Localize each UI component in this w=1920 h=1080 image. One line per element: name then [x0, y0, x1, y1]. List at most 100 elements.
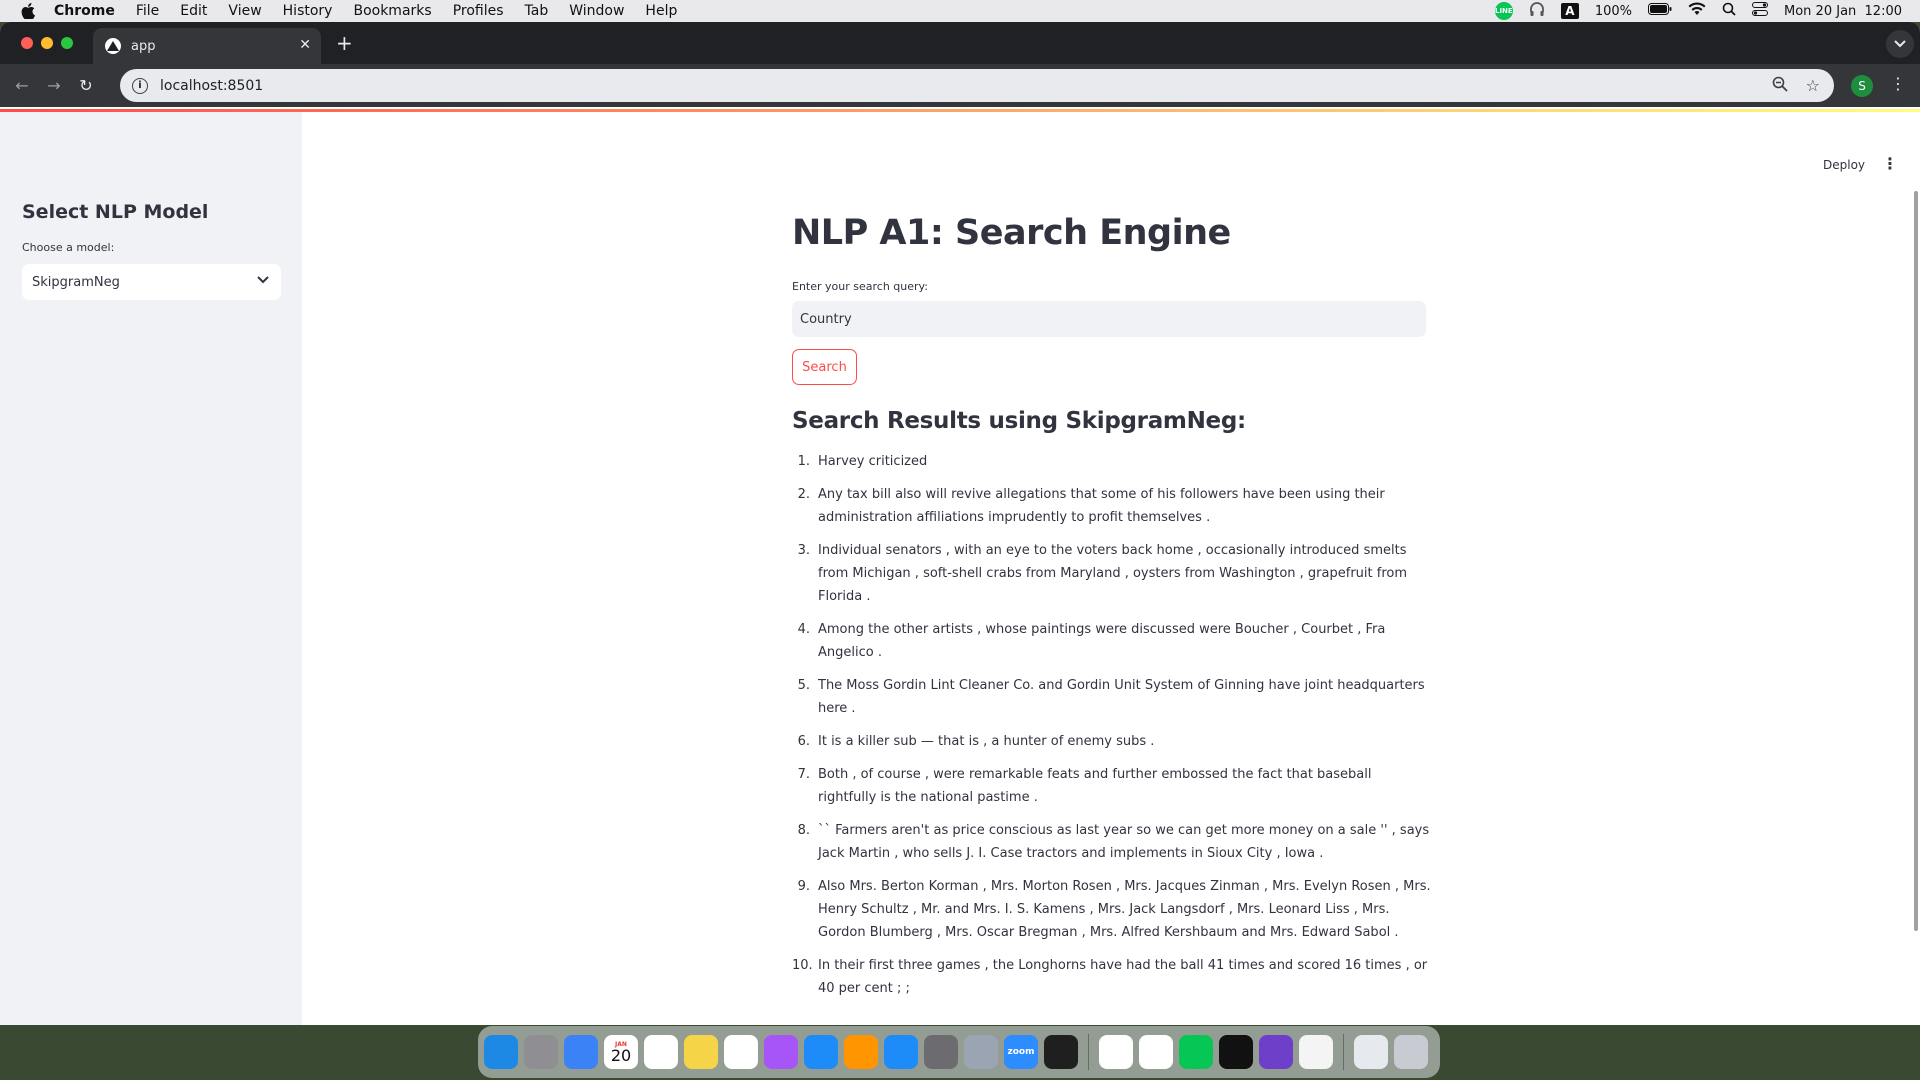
result-number: 3. [797, 543, 810, 558]
search-input[interactable]: Country [792, 301, 1426, 337]
sidebar: Select NLP Model Choose a model: Skipgra… [0, 112, 302, 1025]
terminal-icon[interactable] [1219, 1035, 1253, 1069]
result-number: 4. [797, 622, 810, 637]
result-item: 3. Individual senators , with an eye to t… [792, 539, 1432, 608]
menu-help[interactable]: Help [645, 3, 677, 19]
documents-folder-icon[interactable] [1354, 1035, 1388, 1069]
control-center-icon[interactable] [1752, 2, 1769, 20]
deploy-button[interactable]: Deploy [1823, 158, 1865, 172]
forward-arrow-icon[interactable]: → [38, 76, 70, 95]
menu-view[interactable]: View [228, 3, 261, 19]
page-scrollbar[interactable] [1914, 191, 1918, 931]
menubar-status-area: LINE A 100% Mon 20 Jan 12:00 [1494, 0, 1902, 22]
line-icon[interactable] [1179, 1035, 1213, 1069]
menu-bookmarks[interactable]: Bookmarks [353, 3, 431, 19]
result-text: `` Farmers aren't as price conscious as … [818, 823, 1430, 861]
dock-separator [1088, 1034, 1089, 1070]
url-text[interactable]: localhost:8501 [160, 78, 263, 94]
menu-file[interactable]: File [136, 3, 159, 19]
calendar-icon[interactable]: JAN 20 [604, 1035, 638, 1069]
menubar-clock[interactable]: Mon 20 Jan 12:00 [1784, 4, 1902, 19]
battery-icon[interactable] [1648, 3, 1672, 19]
search-query-label: Enter your search query: [792, 280, 928, 293]
input-source-icon[interactable]: A [1560, 3, 1579, 19]
launchpad-icon[interactable] [524, 1035, 558, 1069]
result-number: 10. [792, 958, 813, 973]
activity-monitor-icon[interactable] [1044, 1035, 1078, 1069]
textedit-icon[interactable] [1299, 1035, 1333, 1069]
close-window-button[interactable] [21, 37, 33, 49]
back-arrow-icon[interactable]: ← [6, 76, 38, 95]
result-item: 1. Harvey criticized [792, 450, 1432, 473]
search-input-value[interactable]: Country [800, 312, 852, 327]
minimize-window-button[interactable] [41, 37, 53, 49]
address-bar[interactable]: i localhost:8501 ☆ [120, 69, 1834, 102]
main-menu-icon[interactable]: ⋮ [1882, 154, 1898, 173]
browser-toolbar: ← → ↻ i localhost:8501 ☆ S ⋮ [0, 64, 1920, 107]
result-text: Any tax bill also will revive allegation… [818, 487, 1385, 525]
notes-icon[interactable] [684, 1035, 718, 1069]
result-text: Harvey criticized [818, 454, 928, 469]
result-item: 10. In their first three games , the Long… [792, 954, 1432, 1000]
close-tab-icon[interactable]: ✕ [299, 37, 311, 53]
reload-icon[interactable]: ↻ [70, 76, 102, 95]
profile-avatar[interactable]: S [1851, 75, 1873, 97]
menu-edit[interactable]: Edit [180, 3, 207, 19]
reminders-icon[interactable] [644, 1035, 678, 1069]
model-select[interactable]: SkipgramNeg [22, 264, 281, 300]
model-select-label: Choose a model: [22, 241, 115, 254]
result-item: 7. Both , of course , were remarkable fea… [792, 763, 1432, 809]
result-number: 7. [797, 767, 810, 782]
model-select-value[interactable]: SkipgramNeg [32, 275, 120, 290]
headphones-icon[interactable] [1529, 1, 1545, 21]
menu-history[interactable]: History [283, 3, 333, 19]
chrome-icon[interactable] [1099, 1035, 1133, 1069]
chevron-down-icon[interactable] [257, 273, 269, 288]
result-number: 1. [797, 454, 810, 469]
menu-app-name[interactable]: Chrome [54, 3, 115, 19]
freeform-icon[interactable] [724, 1035, 758, 1069]
page-title: NLP A1: Search Engine [792, 213, 1231, 253]
menu-profiles[interactable]: Profiles [453, 3, 504, 19]
battery-percent: 100% [1594, 3, 1633, 19]
result-number: 5. [797, 678, 810, 693]
line-status-icon[interactable]: LINE [1494, 2, 1513, 20]
messenger-icon[interactable] [764, 1035, 798, 1069]
mail-icon[interactable] [564, 1035, 598, 1069]
preview-icon[interactable] [964, 1035, 998, 1069]
system-settings-icon[interactable] [924, 1035, 958, 1069]
streamlit-favicon-icon [105, 38, 121, 54]
apple-icon[interactable] [20, 3, 36, 19]
bookmark-star-icon[interactable]: ☆ [1806, 76, 1820, 96]
site-info-icon[interactable]: i [132, 77, 148, 94]
new-tab-icon[interactable]: + [336, 31, 353, 55]
result-item: 8. `` Farmers aren't as price conscious a… [792, 819, 1432, 865]
tab-search-chevron-icon[interactable] [1886, 30, 1914, 58]
dock-separator [1343, 1034, 1344, 1070]
result-text: Both , of course , were remarkable feats… [818, 767, 1372, 805]
finder-icon[interactable] [484, 1035, 518, 1069]
menu-window[interactable]: Window [569, 3, 624, 19]
result-item: 4. Among the other artists , whose painti… [792, 618, 1432, 664]
spotlight-search-icon[interactable] [1722, 2, 1736, 20]
keynote-icon[interactable] [804, 1035, 838, 1069]
zoom-icon[interactable]: zoom [1004, 1035, 1038, 1069]
browser-window: app ✕ + ← → ↻ i localhost:8501 ☆ S ⋮ Sel… [0, 22, 1920, 1025]
zoom-magnifier-icon[interactable] [1772, 76, 1788, 96]
result-text: In their first three games , the Longhor… [818, 958, 1428, 996]
pages-icon[interactable] [844, 1035, 878, 1069]
tab-bar: app ✕ + [0, 22, 1920, 64]
chrome-menu-icon[interactable]: ⋮ [1890, 74, 1906, 93]
vscode-icon[interactable] [1139, 1035, 1173, 1069]
app-page: Select NLP Model Choose a model: Skipgra… [0, 109, 1920, 1025]
search-button[interactable]: Search [792, 349, 857, 385]
result-item: 5. The Moss Gordin Lint Cleaner Co. and G… [792, 674, 1432, 720]
wifi-icon[interactable] [1688, 2, 1706, 20]
result-item: 9. Also Mrs. Berton Korman , Mrs. Morton … [792, 875, 1432, 944]
github-desktop-icon[interactable] [1259, 1035, 1293, 1069]
trash-icon[interactable] [1394, 1035, 1428, 1069]
menu-tab[interactable]: Tab [525, 3, 549, 19]
zoom-window-button[interactable] [61, 37, 73, 49]
tab-app[interactable]: app ✕ [93, 28, 321, 64]
app-store-icon[interactable] [884, 1035, 918, 1069]
